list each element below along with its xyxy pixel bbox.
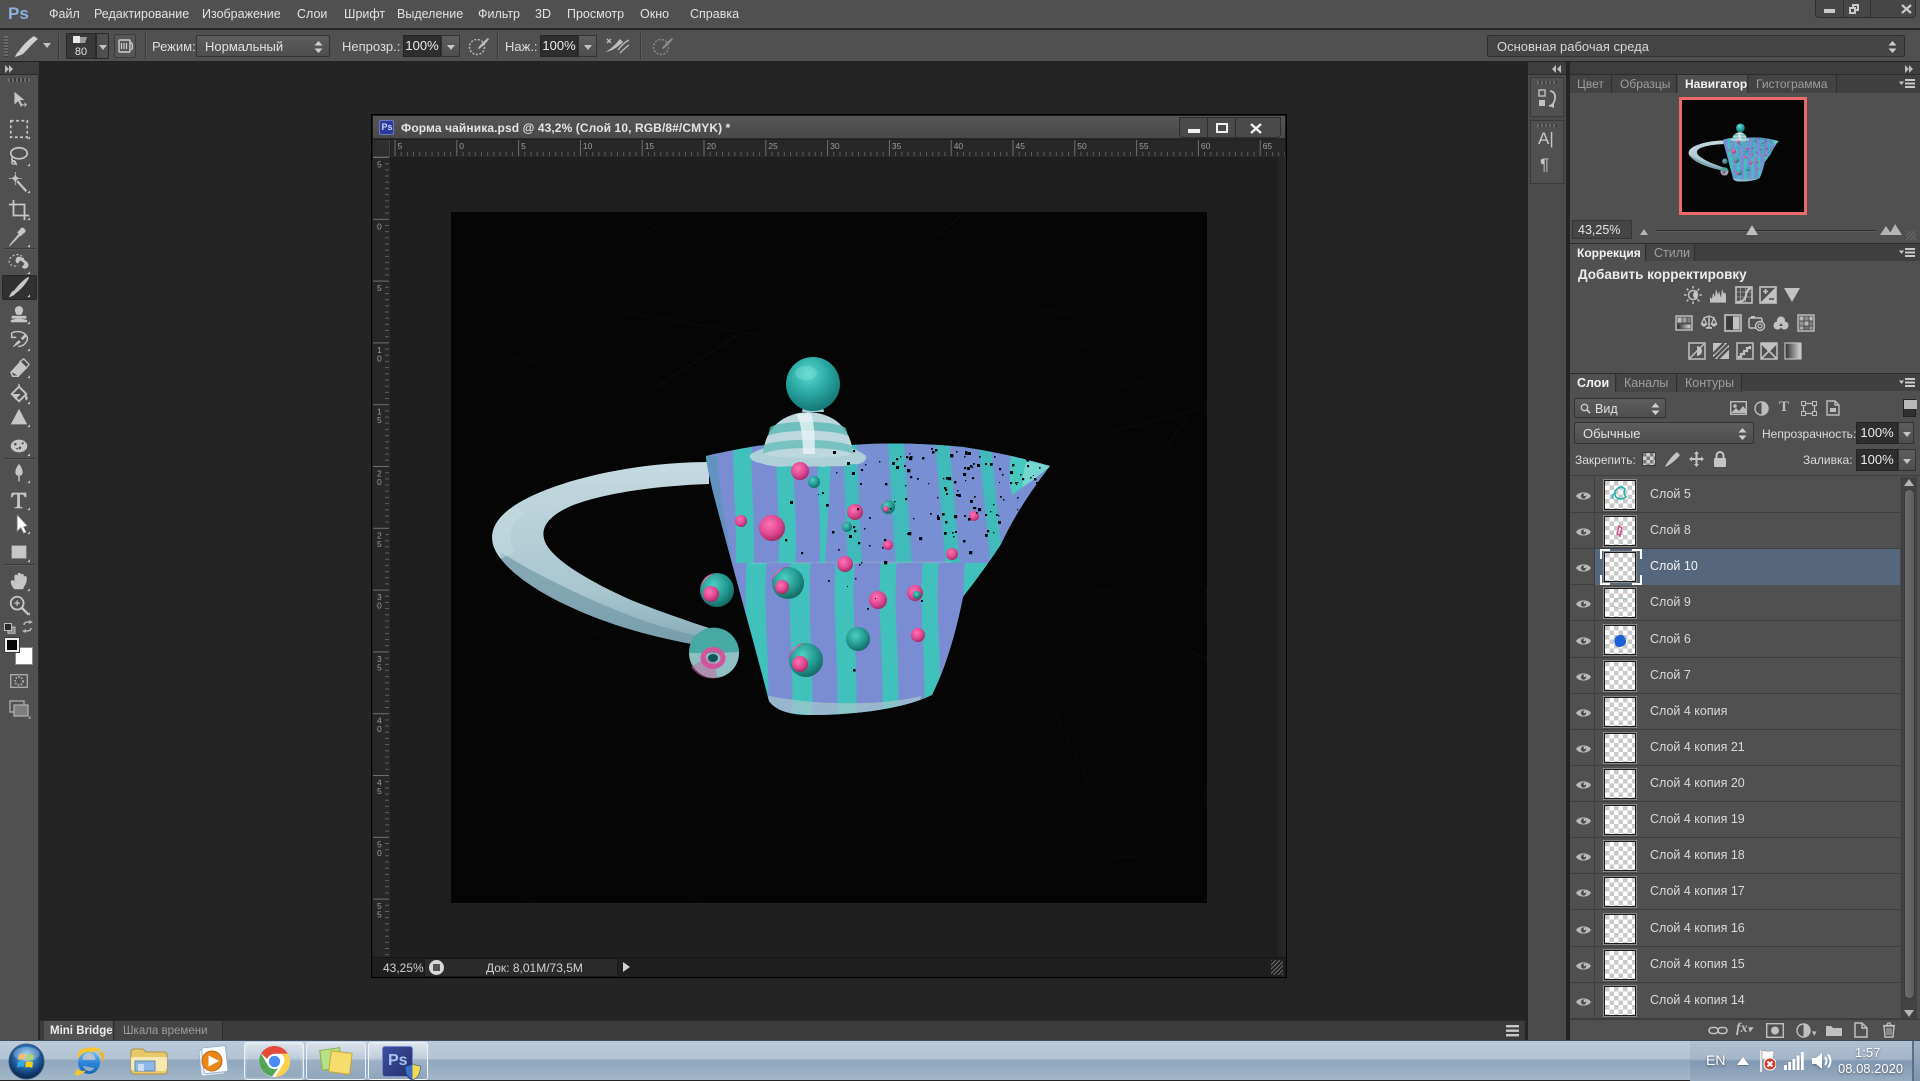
svg-text:15: 15 (645, 141, 655, 151)
svg-text:0: 0 (377, 724, 382, 734)
svg-text:5: 5 (398, 141, 403, 151)
svg-text:60: 60 (1201, 141, 1211, 151)
svg-text:5: 5 (377, 415, 382, 425)
svg-text:25: 25 (768, 141, 778, 151)
svg-text:0: 0 (459, 141, 464, 151)
svg-text:0: 0 (377, 221, 382, 231)
svg-text:0: 0 (377, 477, 382, 487)
svg-text:55: 55 (1139, 141, 1149, 151)
svg-text:40: 40 (954, 141, 964, 151)
svg-text:50: 50 (1077, 141, 1087, 151)
svg-text:5: 5 (521, 141, 526, 151)
svg-text:5: 5 (377, 786, 382, 796)
svg-text:5: 5 (377, 160, 382, 170)
svg-text:35: 35 (892, 141, 902, 151)
svg-text:65: 65 (1263, 141, 1273, 151)
svg-text:45: 45 (1016, 141, 1026, 151)
svg-text:20: 20 (707, 141, 717, 151)
svg-text:5: 5 (377, 910, 382, 920)
svg-text:5: 5 (377, 662, 382, 672)
svg-text:0: 0 (377, 848, 382, 858)
svg-text:0: 0 (377, 353, 382, 363)
svg-text:30: 30 (830, 141, 840, 151)
svg-text:5: 5 (377, 539, 382, 549)
svg-text:10: 10 (583, 141, 593, 151)
svg-text:0: 0 (377, 601, 382, 611)
svg-text:5: 5 (377, 283, 382, 293)
